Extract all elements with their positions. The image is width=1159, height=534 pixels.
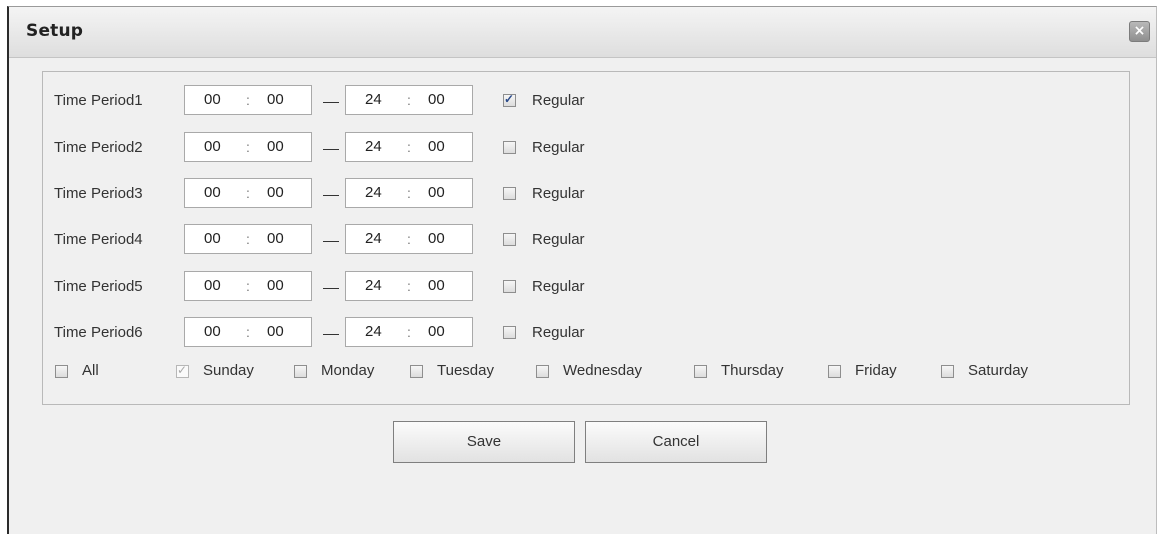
day-label-thursday: Thursday <box>721 362 784 379</box>
end-time-input[interactable]: 24 : 00 <box>345 317 473 347</box>
end-minute[interactable]: 00 <box>428 230 445 247</box>
start-time-input[interactable]: 00 : 00 <box>184 132 312 162</box>
start-hour[interactable]: 00 <box>204 277 221 294</box>
range-dash <box>323 288 339 289</box>
end-time-input[interactable]: 24 : 00 <box>345 271 473 301</box>
start-minute[interactable]: 00 <box>267 91 284 108</box>
time-colon: : <box>246 278 250 294</box>
start-hour[interactable]: 00 <box>204 138 221 155</box>
dialog-titlebar: Setup × <box>9 7 1156 58</box>
regular-checkbox[interactable] <box>503 280 516 293</box>
day-checkbox-sunday[interactable]: ✓ <box>176 363 189 378</box>
end-hour[interactable]: 24 <box>365 230 382 247</box>
end-minute[interactable]: 00 <box>428 323 445 340</box>
time-colon: : <box>407 278 411 294</box>
start-hour[interactable]: 00 <box>204 323 221 340</box>
weekday-selector: All ✓ Sunday Monday Tuesday Wednesday Th… <box>43 362 1129 382</box>
end-minute[interactable]: 00 <box>428 91 445 108</box>
end-time-input[interactable]: 24 : 00 <box>345 132 473 162</box>
end-hour[interactable]: 24 <box>365 91 382 108</box>
time-colon: : <box>246 139 250 155</box>
time-period-label: Time Period5 <box>54 278 143 295</box>
end-time-input[interactable]: 24 : 00 <box>345 224 473 254</box>
regular-checkbox[interactable] <box>503 141 516 154</box>
setup-dialog: Setup × Time Period1 00 : 00 24 : 00 ✓ R… <box>7 6 1157 534</box>
time-period-label: Time Period4 <box>54 231 143 248</box>
time-colon: : <box>246 231 250 247</box>
end-hour[interactable]: 24 <box>365 184 382 201</box>
start-hour[interactable]: 00 <box>204 91 221 108</box>
day-label-tuesday: Tuesday <box>437 362 494 379</box>
start-minute[interactable]: 00 <box>267 230 284 247</box>
time-colon: : <box>407 324 411 340</box>
dialog-title: Setup <box>26 21 84 41</box>
day-checkbox-wednesday[interactable] <box>536 365 549 378</box>
time-period-label: Time Period3 <box>54 185 143 202</box>
day-checkbox-thursday[interactable] <box>694 365 707 378</box>
start-minute[interactable]: 00 <box>267 184 284 201</box>
time-colon: : <box>407 185 411 201</box>
start-time-input[interactable]: 00 : 00 <box>184 271 312 301</box>
range-dash <box>323 102 339 103</box>
time-period-label: Time Period6 <box>54 324 143 341</box>
regular-checkbox[interactable]: ✓ <box>503 92 516 107</box>
time-period-panel: Time Period1 00 : 00 24 : 00 ✓ Regular T… <box>42 71 1130 405</box>
day-checkbox-all[interactable] <box>55 365 68 378</box>
day-label-wednesday: Wednesday <box>563 362 642 379</box>
end-time-input[interactable]: 24 : 00 <box>345 85 473 115</box>
time-period-label: Time Period2 <box>54 139 143 156</box>
day-checkbox-tuesday[interactable] <box>410 365 423 378</box>
end-minute[interactable]: 00 <box>428 184 445 201</box>
start-minute[interactable]: 00 <box>267 277 284 294</box>
end-hour[interactable]: 24 <box>365 277 382 294</box>
end-minute[interactable]: 00 <box>428 138 445 155</box>
time-colon: : <box>246 324 250 340</box>
regular-label: Regular <box>532 231 585 248</box>
regular-label: Regular <box>532 92 585 109</box>
time-colon: : <box>407 92 411 108</box>
start-hour[interactable]: 00 <box>204 184 221 201</box>
cancel-button[interactable]: Cancel <box>585 421 767 463</box>
regular-label: Regular <box>532 324 585 341</box>
start-time-input[interactable]: 00 : 00 <box>184 85 312 115</box>
close-icon[interactable]: × <box>1129 21 1150 42</box>
day-label-sunday: Sunday <box>203 362 254 379</box>
end-minute[interactable]: 00 <box>428 277 445 294</box>
range-dash <box>323 195 339 196</box>
time-period-label: Time Period1 <box>54 92 143 109</box>
day-label-saturday: Saturday <box>968 362 1029 379</box>
day-label-monday: Monday <box>321 362 375 379</box>
regular-label: Regular <box>532 185 585 202</box>
time-colon: : <box>246 185 250 201</box>
time-colon: : <box>246 92 250 108</box>
regular-label: Regular <box>532 139 585 156</box>
regular-checkbox[interactable] <box>503 187 516 200</box>
time-colon: : <box>407 231 411 247</box>
end-hour[interactable]: 24 <box>365 138 382 155</box>
range-dash <box>323 334 339 335</box>
start-time-input[interactable]: 00 : 00 <box>184 178 312 208</box>
end-hour[interactable]: 24 <box>365 323 382 340</box>
range-dash <box>323 149 339 150</box>
day-checkbox-monday[interactable] <box>294 365 307 378</box>
day-label-friday: Friday <box>855 362 897 379</box>
range-dash <box>323 241 339 242</box>
day-checkbox-saturday[interactable] <box>941 365 954 378</box>
day-label-all: All <box>82 362 99 379</box>
start-time-input[interactable]: 00 : 00 <box>184 224 312 254</box>
regular-checkbox[interactable] <box>503 233 516 246</box>
regular-checkbox[interactable] <box>503 326 516 339</box>
start-minute[interactable]: 00 <box>267 323 284 340</box>
start-time-input[interactable]: 00 : 00 <box>184 317 312 347</box>
start-minute[interactable]: 00 <box>267 138 284 155</box>
start-hour[interactable]: 00 <box>204 230 221 247</box>
regular-label: Regular <box>532 278 585 295</box>
day-checkbox-friday[interactable] <box>828 365 841 378</box>
time-colon: : <box>407 139 411 155</box>
save-button[interactable]: Save <box>393 421 575 463</box>
end-time-input[interactable]: 24 : 00 <box>345 178 473 208</box>
